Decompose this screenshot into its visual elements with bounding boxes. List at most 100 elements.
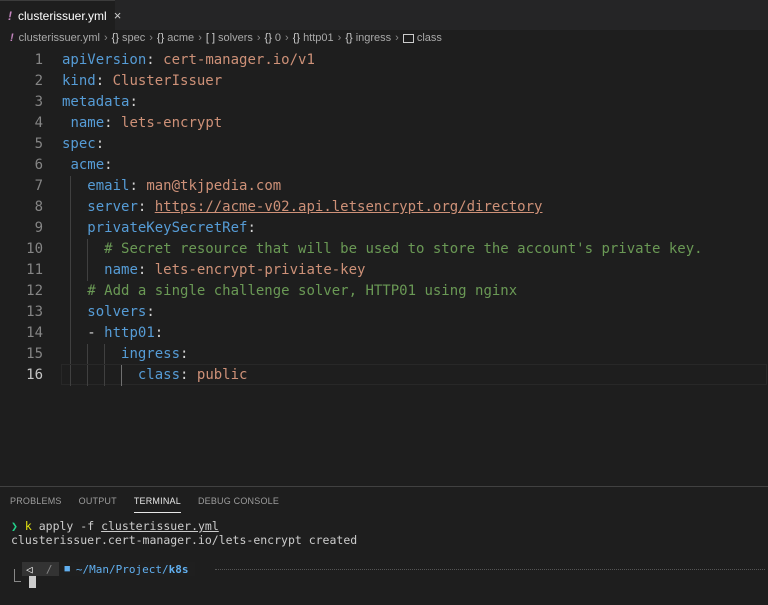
breadcrumb-item[interactable]: {} spec <box>112 32 146 44</box>
code-content: # Secret resource that will be used to s… <box>62 239 703 260</box>
panel-tab-problems[interactable]: PROBLEMS <box>10 487 62 515</box>
yaml-colon: : <box>104 157 113 173</box>
code-line[interactable]: 15 ingress: <box>0 344 768 365</box>
code-line[interactable]: 5 spec: <box>0 134 768 155</box>
breadcrumb-item[interactable]: class <box>402 32 442 44</box>
code-line[interactable]: 16 class: public <box>0 364 768 386</box>
breadcrumb-label: 0 <box>274 32 282 44</box>
yaml-key: privateKeySecretRef <box>87 220 248 236</box>
yaml-value: cert-manager.io/v1 <box>163 52 315 68</box>
code-line[interactable]: 4 name: lets-encrypt <box>0 113 768 134</box>
line-number: 16 <box>26 367 43 383</box>
yaml-value: public <box>196 367 248 383</box>
code-line[interactable]: 6 acme: <box>0 155 768 176</box>
yaml-value-link[interactable]: https://acme-v02.api.letsencrypt.org/dir… <box>155 199 543 215</box>
yaml-key: name <box>104 262 138 278</box>
prompt-filler-dots <box>215 569 765 570</box>
breadcrumb-separator-icon: › <box>198 32 202 44</box>
line-number: 12 <box>26 283 43 299</box>
yaml-key: acme <box>70 157 105 173</box>
command-args: apply -f <box>31 519 102 533</box>
object-icon: {} <box>111 32 119 44</box>
panel-tab-debug-console[interactable]: DEBUG CONSOLE <box>198 487 279 515</box>
breadcrumb-separator-icon: › <box>103 32 108 44</box>
breadcrumb-item[interactable]: {} 0 <box>265 32 281 44</box>
code-line[interactable]: 14 - http01: <box>0 323 768 344</box>
line-number: 13 <box>26 304 43 320</box>
code-line[interactable]: 9 privateKeySecretRef: <box>0 218 768 239</box>
yaml-key: metadata <box>62 94 130 110</box>
yaml-comment: # Secret resource that will be used to s… <box>104 241 703 257</box>
yaml-comment: # Add a single challenge solver, HTTP01 … <box>87 283 518 299</box>
line-number: 14 <box>26 325 43 341</box>
breadcrumb-item[interactable]: [ ] solvers <box>206 32 253 44</box>
line-number: 4 <box>34 115 43 131</box>
object-icon: {} <box>345 32 353 44</box>
code-content: ingress: <box>62 344 188 365</box>
breadcrumb-item[interactable]: {} http01 <box>293 32 334 44</box>
tab-label: clusterissuer.yml <box>18 8 107 23</box>
breadcrumb: ! clusterissuer.yml ›{} spec ›{} acme ›[ ] solv… <box>0 30 768 46</box>
code-content: class: public <box>62 365 248 386</box>
yaml-value: man@tkjpedia.com <box>146 178 282 194</box>
yaml-colon: : <box>104 115 113 131</box>
powerline-prompt: ◁ / ■ ~/Man/Project/k8s <box>22 561 195 577</box>
close-icon[interactable]: × <box>114 8 122 23</box>
editor-tab-clusterissuer[interactable]: ! clusterissuer.yml × <box>0 0 121 30</box>
bottom-panel: PROBLEMS OUTPUT TERMINAL DEBUG CONSOLE ❯ k … <box>0 486 768 605</box>
terminal-output[interactable]: ❯ k apply -f clusterissuer.yml clusteris… <box>11 519 357 547</box>
yaml-key: apiVersion <box>62 52 147 68</box>
line-number: 11 <box>26 262 43 278</box>
terminal-cursor <box>29 576 36 588</box>
code-line[interactable]: 10 # Secret resource that will be used t… <box>0 239 768 260</box>
line-number: 2 <box>34 73 43 89</box>
code-content: spec: <box>62 134 104 155</box>
yaml-key: ingress <box>121 346 181 362</box>
array-icon: [ ] <box>205 32 216 44</box>
breadcrumb-label: ingress <box>355 32 392 44</box>
code-content: acme: <box>62 155 113 176</box>
breadcrumb-label: clusterissuer.yml <box>18 32 100 44</box>
yaml-key: name <box>70 115 105 131</box>
code-content: solvers: <box>62 302 154 323</box>
code-line[interactable]: 1 apiVersion: cert-manager.io/v1 <box>0 50 768 71</box>
yaml-colon: : <box>180 367 189 383</box>
breadcrumb-separator-icon: › <box>395 32 399 44</box>
yaml-colon: : <box>137 262 147 278</box>
line-number: 8 <box>34 199 43 215</box>
yaml-colon: : <box>137 199 147 215</box>
prompt-chevron-icon: ❯ <box>11 519 18 533</box>
panel-tab-output[interactable]: OUTPUT <box>79 487 117 515</box>
code-line[interactable]: 13 solvers: <box>0 302 768 323</box>
code-content: kind: ClusterIssuer <box>62 71 222 92</box>
panel-tabs: PROBLEMS OUTPUT TERMINAL DEBUG CONSOLE <box>0 487 768 515</box>
yaml-value: ClusterIssuer <box>112 73 223 89</box>
line-number: 7 <box>34 178 43 194</box>
yaml-colon: : <box>146 52 155 68</box>
breadcrumb-item[interactable]: ! clusterissuer.yml <box>0 32 100 44</box>
breadcrumb-item[interactable]: {} acme <box>157 32 194 44</box>
yaml-file-icon: ! <box>10 32 14 44</box>
code-content: name: lets-encrypt-priviate-key <box>62 260 365 281</box>
segment-separator: / <box>45 562 53 576</box>
panel-tab-terminal[interactable]: TERMINAL <box>133 487 182 515</box>
path-prefix: ~/Man/Project/ <box>75 562 169 576</box>
code-line[interactable]: 2 kind: ClusterIssuer <box>0 71 768 92</box>
yaml-colon: : <box>95 73 105 89</box>
object-icon: {} <box>292 32 301 44</box>
code-line[interactable]: 11 name: lets-encrypt-priviate-key <box>0 260 768 281</box>
code-line[interactable]: 7 email: man@tkjpedia.com <box>0 176 768 197</box>
line-number: 6 <box>34 157 43 173</box>
prompt-bracket <box>14 569 21 582</box>
code-content: apiVersion: cert-manager.io/v1 <box>62 50 315 71</box>
code-line[interactable]: 8 server: https://acme-v02.api.letsencry… <box>0 197 768 218</box>
code-editor[interactable]: 1 apiVersion: cert-manager.io/v1 2 kind: Cl… <box>0 46 768 486</box>
yaml-colon: : <box>180 346 189 362</box>
yaml-key: kind <box>62 73 96 89</box>
yaml-value: lets-encrypt <box>121 115 223 131</box>
code-line[interactable]: 12 # Add a single challenge solver, HTTP… <box>0 281 768 302</box>
breadcrumb-item[interactable]: {} ingress <box>345 32 391 44</box>
breadcrumb-label: spec <box>122 32 146 44</box>
yaml-value: lets-encrypt-priviate-key <box>154 262 366 278</box>
code-line[interactable]: 3 metadata: <box>0 92 768 113</box>
